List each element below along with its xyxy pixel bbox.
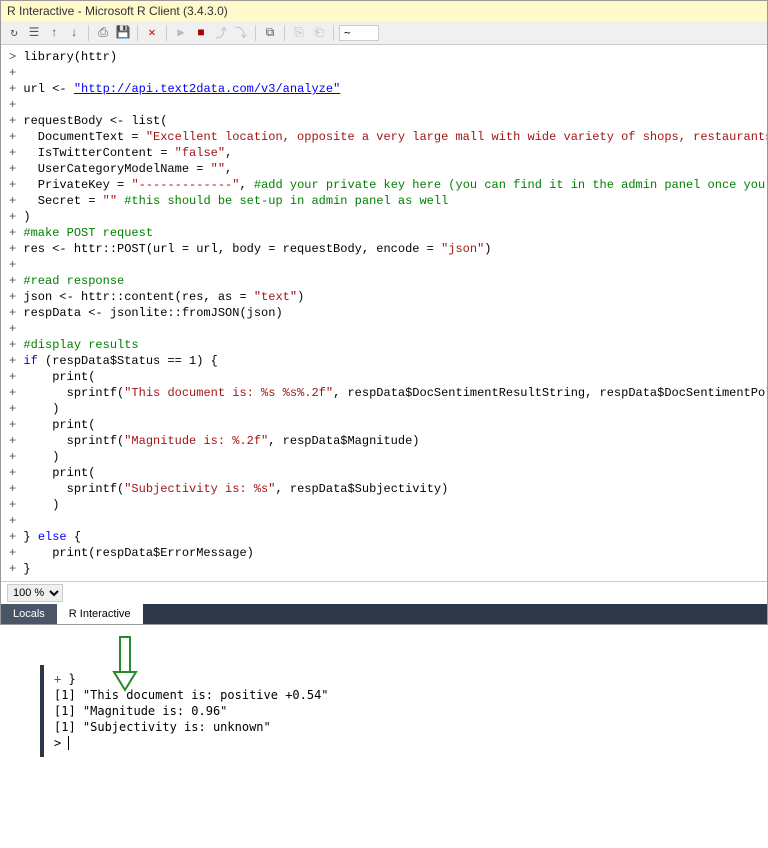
window-icon[interactable]: ⧉ (261, 24, 279, 42)
title-bar: R Interactive - Microsoft R Client (3.4.… (1, 1, 767, 21)
delete-icon[interactable]: ✕ (143, 24, 161, 42)
separator (137, 25, 138, 41)
separator (166, 25, 167, 41)
step-icon[interactable]: ⤴ (212, 24, 230, 42)
output-area: + } [1] "This document is: positive +0.5… (0, 665, 768, 757)
arrow-down-icon (110, 635, 140, 695)
separator (284, 25, 285, 41)
code-editor[interactable]: > library(httr) + + url <- "http://api.t… (1, 45, 767, 581)
save-icon[interactable]: 💾 (114, 24, 132, 42)
console-output: + } [1] "This document is: positive +0.5… (40, 665, 768, 757)
play-icon[interactable]: ▶ (172, 24, 190, 42)
arrow-down-icon[interactable]: ↓ (65, 24, 83, 42)
toolbar-input[interactable] (339, 25, 379, 41)
separator (88, 25, 89, 41)
zoom-select[interactable]: 100 % (7, 584, 63, 602)
stop-icon[interactable]: ■ (192, 24, 210, 42)
tab-r-interactive[interactable]: R Interactive (57, 604, 143, 624)
separator (255, 25, 256, 41)
tab-strip: Locals R Interactive (1, 604, 767, 624)
cursor (68, 736, 76, 750)
list-icon[interactable]: ☰ (25, 24, 43, 42)
ide-window: R Interactive - Microsoft R Client (3.4.… (0, 0, 768, 625)
load-icon[interactable]: ⎙ (94, 24, 112, 42)
arrow-up-icon[interactable]: ↑ (45, 24, 63, 42)
separator (333, 25, 334, 41)
refresh-icon[interactable]: ↻ (5, 24, 23, 42)
attach-icon[interactable]: ⎘ (290, 24, 308, 42)
step-over-icon[interactable]: ⤵ (232, 24, 250, 42)
detach-icon[interactable]: ⎗ (310, 24, 328, 42)
window-title: R Interactive - Microsoft R Client (3.4.… (7, 4, 228, 18)
status-bar: 100 % (1, 581, 767, 604)
tab-locals[interactable]: Locals (1, 604, 57, 624)
toolbar: ↻ ☰ ↑ ↓ ⎙ 💾 ✕ ▶ ■ ⤴ ⤵ ⧉ ⎘ ⎗ (1, 21, 767, 45)
